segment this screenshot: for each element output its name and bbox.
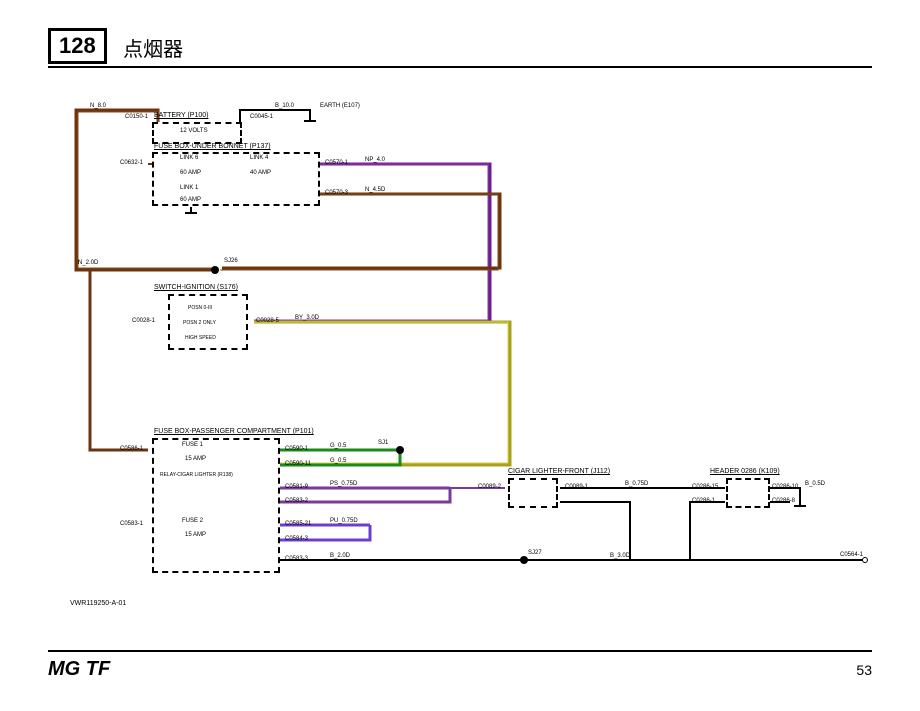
wire-b20d: B_2.0D: [330, 553, 350, 559]
footer-model: MG TF: [48, 658, 110, 680]
fuse-box-passenger-label: FUSE BOX-PASSENGER COMPARTMENT (P101): [154, 428, 314, 435]
wire-earth: EARTH (E107): [320, 103, 360, 109]
pin-c0581-9: C0581-9: [285, 484, 308, 490]
splice-sj27: [520, 556, 528, 564]
pin-c0028-1: C0028-1: [132, 318, 155, 324]
pin-c0590-1: C0590-1: [285, 446, 308, 452]
ignition-label: SWITCH-IGNITION (S176): [154, 284, 238, 291]
sj1-label: SJ1: [378, 440, 388, 446]
component-fuse-box-passenger: [152, 438, 280, 573]
pin-c0570-3: C0570-3: [325, 190, 348, 196]
drawing-number: VWR119250-A-01: [70, 600, 126, 607]
fuse2-rating: 15 AMP: [185, 532, 206, 538]
ignition-pos: POSN 0-III: [188, 305, 212, 311]
footer-page-number: 53: [856, 662, 872, 678]
sj27-label: SJ27: [528, 550, 542, 556]
splice-sj1: [396, 446, 404, 454]
wiring-diagram: BATTERY (P100) 12 VOLTS FUSE BOX-UNDER B…: [70, 100, 870, 620]
pin-c0590-11: C0590-11: [285, 461, 311, 467]
pin-c0150-1: C0150-1: [125, 114, 148, 120]
pin-c0089-1: C0089-1: [565, 484, 588, 490]
fuse1-label: FUSE 1: [182, 442, 203, 448]
pin-c0028-5: C0028-5: [256, 318, 279, 324]
sj26-label: SJ26: [224, 258, 238, 264]
wire-np40: NP_4.0: [365, 157, 385, 163]
wire-n80: N_8.0: [90, 103, 106, 109]
wire-by30d: BY_3.0D: [295, 315, 319, 321]
cigar-lighter-label: CIGAR LIGHTER-FRONT (J112): [508, 468, 610, 475]
pin-c0632-1: C0632-1: [120, 160, 143, 166]
wire-n20d: N_2.0D: [78, 260, 98, 266]
pin-c0286-10: C0286-10: [772, 484, 798, 490]
splice-sj26: [211, 266, 219, 274]
fuse-box-bonnet-label: FUSE BOX-UNDER BONNET (P137): [154, 143, 271, 150]
pin-c0089-2: C0089-2: [478, 484, 501, 490]
ground-icon: [185, 207, 197, 217]
page-header: 128 点烟器: [48, 28, 872, 68]
header-0286-label: HEADER 0286 (K109): [710, 468, 780, 475]
pin-c0584-3: C0584-3: [285, 536, 308, 542]
relay-label: RELAY-CIGAR LIGHTER (R138): [160, 472, 233, 478]
page-footer: MG TF 53: [48, 650, 872, 681]
link1-rating: 60 AMP: [180, 197, 201, 203]
pin-c0586-1: C0586-1: [120, 446, 143, 452]
pin-c0585-21: C0585-21: [285, 521, 311, 527]
link6-label: LINK 6: [180, 155, 198, 161]
diagram-title: 点烟器: [123, 33, 183, 64]
fuse1-rating: 15 AMP: [185, 456, 206, 462]
wire-b075d: B_0.75D: [625, 481, 648, 487]
pin-c0564-1: C0564-1: [840, 552, 863, 558]
ignition-desc: HIGH SPEED: [185, 335, 216, 341]
link1-label: LINK 1: [180, 185, 198, 191]
wire-ps075d: PS_0.75D: [330, 481, 357, 487]
component-header-0286: [726, 478, 770, 508]
link4-rating: 40 AMP: [250, 170, 271, 176]
wire-n45d: N_4.5D: [365, 187, 385, 193]
battery-rating: 12 VOLTS: [180, 128, 208, 134]
wire-b05d: B_0.5D: [805, 481, 825, 487]
ground-icon: [794, 500, 806, 510]
fuse2-label: FUSE 2: [182, 518, 203, 524]
link4-label: LINK 4: [250, 155, 268, 161]
wire-b30d: B_3.0D: [610, 553, 630, 559]
wire-pu075d: PU_0.75D: [330, 518, 358, 524]
pin-c0583-1: C0583-1: [120, 521, 143, 527]
pin-c0583-3: C0583-3: [285, 556, 308, 562]
wire-g05a: G_0.5: [330, 443, 346, 449]
component-fuse-box-bonnet: [152, 152, 320, 206]
battery-label: BATTERY (P100): [154, 112, 208, 119]
pin-c0286-8: C0286-8: [772, 498, 795, 504]
pin-c0045-1: C0045-1: [250, 114, 273, 120]
ground-icon: [304, 115, 316, 125]
link6-rating: 60 AMP: [180, 170, 201, 176]
pin-c0583-2: C0583-2: [285, 498, 308, 504]
ignition-note: POSN 2 ONLY: [183, 320, 216, 326]
pin-c0570-1: C0570-1: [325, 160, 348, 166]
wire-g05b: G_0.5: [330, 458, 346, 464]
pin-c0286-15: C0286-15: [692, 484, 718, 490]
component-cigar-lighter: [508, 478, 558, 508]
diagram-number-box: 128: [48, 28, 107, 64]
wire-b100: B_10.0: [275, 103, 294, 109]
pin-c0286-1: C0286-1: [692, 498, 715, 504]
